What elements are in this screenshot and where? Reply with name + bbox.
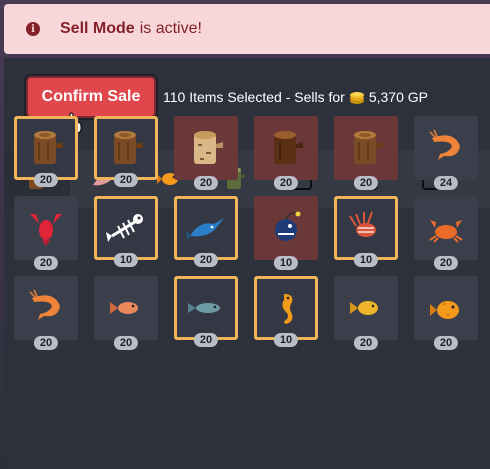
confirm-sale-button[interactable]: Confirm Sale xyxy=(26,76,156,118)
red-fish-icon xyxy=(110,302,138,314)
item-slot[interactable]: 20 xyxy=(94,276,158,350)
item-count: 20 xyxy=(193,253,219,267)
item-slot[interactable]: 20 xyxy=(14,116,78,187)
log-icon xyxy=(114,131,143,164)
item-slot[interactable]: 10 xyxy=(334,196,398,267)
item-count: 20 xyxy=(113,336,139,350)
item-count: 24 xyxy=(433,176,459,190)
sell-mode-alert: i Sell Mode is active! xyxy=(4,4,490,54)
crab-icon xyxy=(429,220,463,243)
alert-bold-text: Sell Mode xyxy=(60,20,135,37)
item-count: 20 xyxy=(273,176,299,190)
item-slot[interactable]: 20 xyxy=(174,196,238,267)
item-slot[interactable]: 10 xyxy=(254,196,318,270)
item-slot[interactable]: 20 xyxy=(414,196,478,270)
item-count: 20 xyxy=(193,333,219,347)
item-count: 20 xyxy=(353,336,379,350)
sale-summary: 110 Items Selected - Sells for 5,370 GP xyxy=(163,89,428,105)
item-count: 20 xyxy=(33,336,59,350)
item-slot[interactable]: 20 xyxy=(94,116,158,187)
item-count: 20 xyxy=(353,176,379,190)
item-slot[interactable]: 20 xyxy=(334,116,398,190)
item-slot[interactable]: 24 xyxy=(414,116,478,190)
lobster-icon xyxy=(30,214,62,246)
item-count: 10 xyxy=(273,256,299,270)
item-count: 10 xyxy=(353,253,379,267)
log-icon xyxy=(34,131,63,164)
item-slot[interactable]: 20 xyxy=(14,196,78,270)
sale-summary-text: 110 Items Selected - Sells for xyxy=(163,89,345,105)
swordfish-icon xyxy=(186,218,224,240)
sale-amount: 5,370 GP xyxy=(368,89,428,105)
item-count: 20 xyxy=(433,336,459,350)
item-count: 20 xyxy=(193,176,219,190)
lionfish-icon xyxy=(349,211,376,237)
item-slot[interactable]: 20 xyxy=(174,116,238,190)
item-slot[interactable]: 20 xyxy=(334,276,398,350)
item-slot[interactable]: 20 xyxy=(14,276,78,350)
dark-log-icon xyxy=(274,131,303,164)
item-slot[interactable]: 10 xyxy=(94,196,158,267)
pufferfish-icon xyxy=(430,301,459,319)
shrimp-icon xyxy=(429,129,460,160)
item-slot[interactable]: 20 xyxy=(414,276,478,350)
item-count: 20 xyxy=(33,173,59,187)
item-count: 20 xyxy=(433,256,459,270)
shrimp-icon xyxy=(29,289,60,320)
item-count: 10 xyxy=(273,333,299,347)
alert-text: is active! xyxy=(139,20,202,37)
birch-log-icon xyxy=(194,131,223,164)
goldfish-icon xyxy=(350,301,378,315)
gold-coins-icon xyxy=(349,92,364,104)
item-count: 20 xyxy=(33,256,59,270)
item-slot[interactable]: 10 xyxy=(254,276,318,347)
seahorse-icon xyxy=(282,294,293,324)
info-icon: i xyxy=(26,22,40,36)
trout-icon xyxy=(188,303,220,313)
anglerfish-icon xyxy=(275,211,301,241)
item-slot[interactable]: 20 xyxy=(254,116,318,190)
item-count: 10 xyxy=(113,253,139,267)
item-count: 20 xyxy=(113,173,139,187)
sale-bar: Confirm Sale 110 Items Selected - Sells … xyxy=(26,76,428,118)
item-slot[interactable]: 20 xyxy=(174,276,238,347)
log-icon xyxy=(354,131,383,164)
fish-bones-icon xyxy=(106,214,143,242)
